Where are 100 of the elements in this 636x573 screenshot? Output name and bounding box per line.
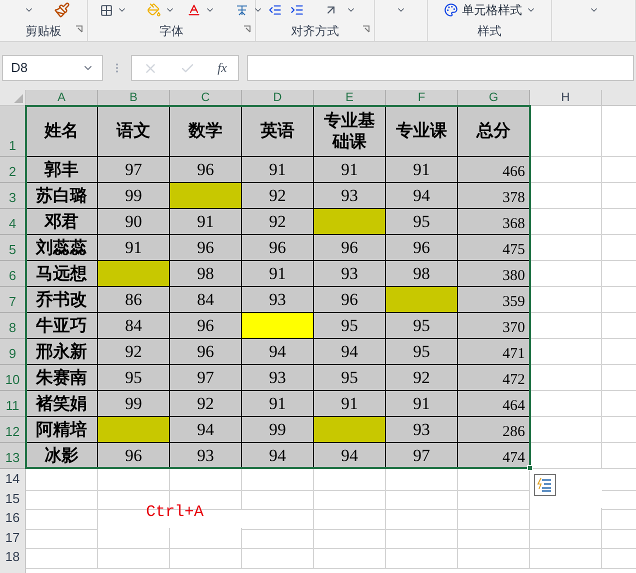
table-cell: 93 [386,417,458,443]
paintbrush-icon[interactable] [54,2,70,18]
empty-cell[interactable] [530,508,602,530]
phonetic-guide-icon[interactable] [235,3,249,17]
empty-cell[interactable] [314,469,386,490]
empty-cell[interactable] [386,508,458,530]
empty-cell[interactable] [170,469,242,490]
empty-cell[interactable] [98,547,170,568]
column-header[interactable]: A [26,90,98,106]
row-header[interactable]: 14 [0,469,26,490]
row-header[interactable]: 8 [0,313,26,339]
table-cell: 91 [242,157,314,183]
table-cell: 94 [314,339,386,365]
empty-cell[interactable] [530,528,602,549]
group-label: 样式 [478,22,502,40]
select-all-icon[interactable] [14,94,23,103]
table-cell: 96 [314,235,386,261]
empty-cell[interactable] [98,528,170,549]
quick-analysis-icon[interactable] [534,474,556,496]
row-header[interactable]: 7 [0,287,26,313]
empty-cell[interactable] [170,547,242,568]
row-header[interactable]: 1 [0,106,26,157]
empty-cell[interactable] [314,508,386,530]
table-cell: 94 [170,417,242,443]
empty-cell[interactable] [98,469,170,490]
insert-function-button[interactable]: fx [218,58,227,78]
empty-cell[interactable] [242,547,314,568]
row-header[interactable]: 6 [0,261,26,287]
empty-cell[interactable] [458,528,530,549]
table-cell: 91 [314,391,386,417]
empty-cell[interactable] [458,547,530,568]
empty-cell[interactable] [458,508,530,530]
empty-cell[interactable] [386,488,458,510]
fill-handle[interactable] [527,465,533,471]
increase-indent-icon[interactable] [290,3,304,17]
table-cell: 368 [458,209,530,235]
border-icon[interactable] [100,4,113,16]
empty-cell[interactable] [386,547,458,568]
row-header[interactable]: 13 [0,443,26,469]
font-color-icon[interactable] [187,3,201,17]
empty-cell[interactable] [386,528,458,549]
table-cell: 冰影 [26,443,98,469]
column-header[interactable]: G [458,90,530,106]
decrease-indent-icon[interactable] [268,3,282,17]
fill-color-icon[interactable] [147,3,161,17]
empty-cell[interactable] [242,528,314,549]
table-cell: 95 [98,365,170,391]
row-header[interactable]: 18 [0,547,26,568]
table-cell: 380 [458,261,530,287]
dialog-launcher-icon[interactable] [75,25,83,33]
row-header[interactable]: 5 [0,235,26,261]
table-cell: 93 [170,443,242,469]
row-header[interactable]: 3 [0,183,26,209]
row-header[interactable]: 11 [0,391,26,417]
row-header[interactable]: 16 [0,508,26,530]
row-header[interactable]: 9 [0,339,26,365]
row-header[interactable]: 2 [0,157,26,183]
table-cell: 466 [458,157,530,183]
table-cell: 93 [242,365,314,391]
empty-cell[interactable] [314,488,386,510]
header-cell: 数学 [170,106,242,157]
dialog-launcher-icon[interactable] [243,25,251,33]
empty-cell[interactable] [314,528,386,549]
empty-cell[interactable] [458,488,530,510]
empty-cell[interactable] [386,469,458,490]
row-header[interactable]: 4 [0,209,26,235]
column-header[interactable]: F [386,90,458,106]
table-cell: 93 [242,287,314,313]
header-cell: 语文 [98,106,170,157]
empty-cell[interactable] [242,508,314,530]
row-header[interactable]: 12 [0,417,26,443]
group-label: 对齐方式 [291,22,339,40]
table-cell: 95 [386,313,458,339]
dialog-launcher-icon[interactable] [362,25,370,33]
table-cell: 99 [98,183,170,209]
empty-cell[interactable] [314,547,386,568]
empty-cell[interactable] [242,469,314,490]
header-cell: 姓名 [26,106,98,157]
table-cell: 92 [242,183,314,209]
cell-styles-icon[interactable] [444,3,458,17]
table-cell: 92 [170,391,242,417]
table-cell: 苏白璐 [26,183,98,209]
header-cell: 专业基础课 [314,106,386,157]
row-header[interactable]: 10 [0,365,26,391]
column-header[interactable]: B [98,90,170,106]
column-header[interactable]: E [314,90,386,106]
empty-cell[interactable] [170,528,242,549]
cell-styles-button[interactable]: 单元格样式 [462,1,522,19]
table-cell: 94 [314,443,386,469]
empty-cell[interactable] [530,547,602,568]
name-box[interactable]: D8 [2,55,103,81]
column-header[interactable]: D [242,90,314,106]
formula-input[interactable] [247,55,634,81]
table-cell: 牛亚巧 [26,313,98,339]
table-cell: 94 [242,339,314,365]
column-header[interactable]: C [170,90,242,106]
table-cell: 91 [242,261,314,287]
column-header[interactable]: H [530,90,602,106]
empty-cell[interactable] [242,488,314,510]
table-cell: 96 [98,443,170,469]
